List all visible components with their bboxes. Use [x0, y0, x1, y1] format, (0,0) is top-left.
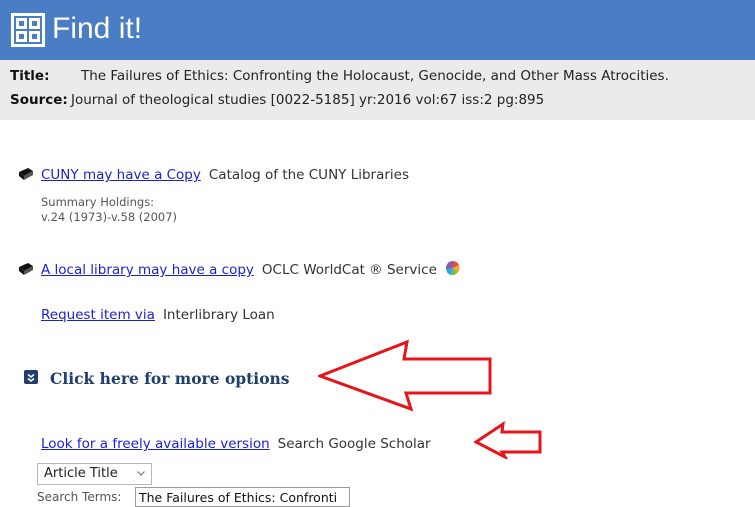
google-scholar-description: Search Google Scholar — [277, 436, 431, 452]
option-google-scholar: Look for a freely available version Searc… — [41, 436, 431, 452]
citation-title-label: Title: — [10, 68, 50, 84]
cuny-copy-link[interactable]: CUNY may have a Copy — [41, 167, 201, 183]
citation-source-value: Journal of theological studies [0022-518… — [71, 92, 545, 108]
holdings-label: Summary Holdings: — [41, 195, 155, 209]
search-terms-label: Search Terms: — [37, 490, 122, 504]
interlibrary-loan-description: Interlibrary Loan — [162, 307, 275, 323]
app-header: Find it! — [0, 0, 755, 60]
local-library-link[interactable]: A local library may have a copy — [41, 262, 254, 278]
free-version-link[interactable]: Look for a freely available version — [41, 436, 270, 452]
chevron-down-icon — [137, 471, 145, 476]
cuny-logo — [11, 13, 45, 47]
page-title: Find it! — [52, 12, 143, 45]
summary-holdings: Summary Holdings: v.24 (1973)-v.58 (2007… — [41, 195, 177, 225]
citation-source-label: Source: — [10, 92, 68, 108]
citation-title-value: The Failures of Ethics: Confronting the … — [81, 68, 669, 84]
option-cuny: CUNY may have a Copy Catalog of the CUNY … — [41, 167, 409, 183]
holdings-value: v.24 (1973)-v.58 (2007) — [41, 210, 178, 224]
search-terms-input[interactable] — [135, 487, 350, 507]
more-options-label: Click here for more options — [50, 369, 290, 388]
local-library-description: OCLC WorldCat ® Service — [261, 262, 437, 278]
request-item-link[interactable]: Request item via — [41, 307, 155, 323]
search-field-select[interactable]: Article Title — [37, 463, 152, 485]
book-icon — [19, 168, 33, 180]
citation-block: Title: The Failures of Ethics: Confronti… — [0, 60, 755, 120]
annotation-arrow-small — [474, 421, 542, 459]
book-icon — [19, 263, 33, 275]
more-options-toggle[interactable]: Click here for more options — [24, 368, 290, 388]
option-interlibrary-loan: Request item via Interlibrary Loan — [41, 307, 275, 323]
cuny-copy-description: Catalog of the CUNY Libraries — [208, 167, 410, 183]
search-field-selected: Article Title — [44, 466, 118, 481]
annotation-arrow-large — [318, 339, 492, 412]
option-local-library: A local library may have a copy OCLC Worl… — [41, 260, 461, 278]
oclc-logo-icon — [446, 260, 460, 276]
expand-icon — [24, 369, 38, 384]
